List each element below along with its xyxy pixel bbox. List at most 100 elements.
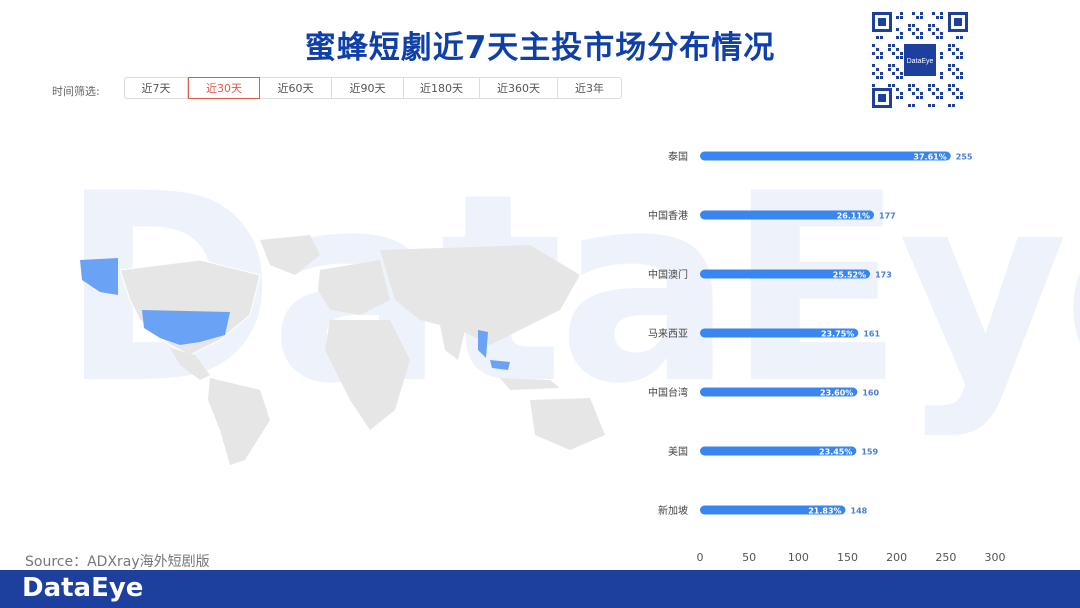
qr-module (932, 92, 935, 95)
qr-module (956, 36, 959, 39)
map-thailand (478, 330, 488, 358)
qr-module (896, 76, 899, 79)
qr-module (940, 16, 943, 19)
qr-module (956, 88, 959, 91)
qr-finder-top-right (948, 12, 968, 32)
qr-module (932, 84, 935, 87)
time-filter-group: 近7天 近30天 近60天 近90天 近180天 近360天 近3年 (124, 77, 622, 99)
qr-module (900, 16, 903, 19)
value-label: 255 (956, 153, 973, 162)
qr-module (880, 36, 883, 39)
qr-module (920, 36, 923, 39)
qr-module (912, 84, 915, 87)
category-label: 美国 (668, 445, 688, 458)
qr-module (940, 72, 943, 75)
percent-label: 23.45% (819, 448, 852, 457)
filter-30d[interactable]: 近30天 (188, 77, 260, 99)
filter-60d[interactable]: 近60天 (260, 77, 332, 99)
qr-module (908, 84, 911, 87)
category-label: 泰国 (668, 150, 688, 163)
qr-module (876, 48, 879, 51)
category-label: 马来西亚 (648, 328, 688, 340)
qr-module (948, 84, 951, 87)
qr-module (952, 52, 955, 55)
qr-module (892, 64, 895, 67)
qr-module (876, 36, 879, 39)
map-australia (530, 398, 605, 450)
percent-label: 25.52% (833, 271, 866, 280)
filter-90d[interactable]: 近90天 (332, 77, 404, 99)
footer-bar: DataEye (0, 570, 1080, 608)
map-indonesia (500, 378, 560, 390)
x-tick-label: 300 (985, 551, 1006, 564)
qr-module (872, 44, 875, 47)
qr-module (888, 48, 891, 51)
qr-module (948, 68, 951, 71)
qr-module (872, 84, 875, 87)
qr-module (952, 44, 955, 47)
x-tick-label: 150 (837, 551, 858, 564)
qr-module (896, 88, 899, 91)
qr-module (948, 48, 951, 51)
qr-module (948, 44, 951, 47)
filter-3y[interactable]: 近3年 (558, 77, 622, 99)
qr-module (952, 72, 955, 75)
filter-7d[interactable]: 近7天 (124, 77, 188, 99)
qr-module (912, 24, 915, 27)
qr-module (900, 72, 903, 75)
qr-module (900, 96, 903, 99)
category-label: 新加坡 (658, 504, 688, 517)
qr-module (948, 104, 951, 107)
qr-module (928, 84, 931, 87)
qr-module (932, 104, 935, 107)
qr-module (876, 76, 879, 79)
qr-center-text: DataEye (907, 58, 934, 65)
source-note: Source：ADXray海外短剧版 (25, 554, 210, 570)
filter-180d[interactable]: 近180天 (404, 77, 480, 99)
qr-module (952, 64, 955, 67)
x-tick-label: 50 (742, 551, 756, 564)
qr-module (960, 52, 963, 55)
qr-module (952, 84, 955, 87)
filter-360d[interactable]: 近360天 (480, 77, 558, 99)
qr-module (916, 36, 919, 39)
qr-module (908, 104, 911, 107)
qr-module (960, 72, 963, 75)
qr-module (900, 32, 903, 35)
qr-module (880, 56, 883, 59)
qr-module (920, 32, 923, 35)
qr-module (896, 96, 899, 99)
qr-module (908, 24, 911, 27)
qr-module (908, 28, 911, 31)
qr-finder-top-left (872, 12, 892, 32)
qr-module (900, 12, 903, 15)
qr-module (896, 28, 899, 31)
qr-module (936, 88, 939, 91)
qr-module (900, 52, 903, 55)
map-alaska (80, 258, 118, 295)
qr-module (900, 76, 903, 79)
map-india (440, 325, 465, 360)
qr-module (900, 56, 903, 59)
qr-finder-bottom-left (872, 88, 892, 108)
qr-module (900, 36, 903, 39)
qr-module (900, 92, 903, 95)
value-label: 161 (863, 330, 880, 339)
qr-module (928, 104, 931, 107)
qr-module (956, 56, 959, 59)
qr-module (936, 28, 939, 31)
percent-label: 23.60% (820, 389, 853, 398)
x-tick-label: 200 (886, 551, 907, 564)
percent-label: 26.11% (837, 212, 870, 221)
qr-module (960, 36, 963, 39)
qr-module (896, 36, 899, 39)
qr-module (948, 64, 951, 67)
x-tick-label: 100 (788, 551, 809, 564)
qr-module (908, 88, 911, 91)
map-south-america (208, 378, 270, 465)
qr-module (888, 44, 891, 47)
qr-module (936, 96, 939, 99)
qr-module (912, 12, 915, 15)
qr-module (876, 56, 879, 59)
category-label: 中国香港 (648, 209, 688, 222)
